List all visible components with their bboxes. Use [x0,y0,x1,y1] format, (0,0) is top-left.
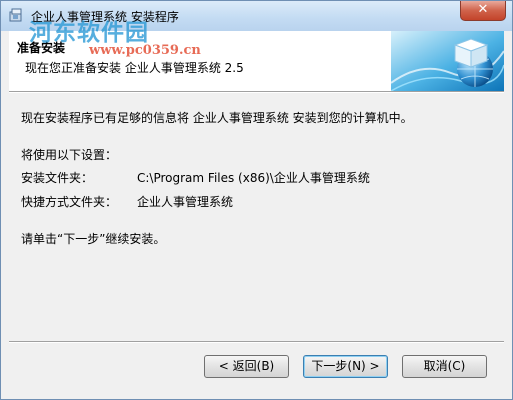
close-button[interactable]: ✕ [460,1,506,21]
cancel-button[interactable]: 取消(C) [402,355,487,378]
installer-window: 企业人事管理系统 安装程序 ✕ 准备安装 现在您正准备安装 企业人事管理系统 2… [0,0,513,400]
intro-text: 现在安装程序已有足够的信息将 企业人事管理系统 安装到您的计算机中。 [21,111,413,125]
footer-divider [9,341,504,343]
installer-box-icon [8,7,24,23]
settings-heading: 将使用以下设置： [21,148,118,162]
shortcut-folder-label: 快捷方式文件夹： [21,195,118,209]
close-icon: ✕ [477,2,489,17]
next-button[interactable]: 下一步(N) > [303,355,388,378]
site-watermark-url: www.pc0359.cn [89,43,201,58]
site-watermark: 河东软件园 [29,19,149,46]
header-divider [9,91,504,93]
globe-cube-icon [390,31,505,92]
page-subtitle: 现在您正准备安装 企业人事管理系统 2.5 [25,61,244,75]
shortcut-folder-value: 企业人事管理系统 [137,195,234,209]
back-button[interactable]: < 返回(B) [204,355,289,378]
install-folder-value: C:\Program Files (x86)\企业人事管理系统 [137,171,370,185]
install-folder-label: 安装文件夹： [21,171,94,185]
continue-instruction: 请单击“下一步”继续安装。 [21,232,166,246]
